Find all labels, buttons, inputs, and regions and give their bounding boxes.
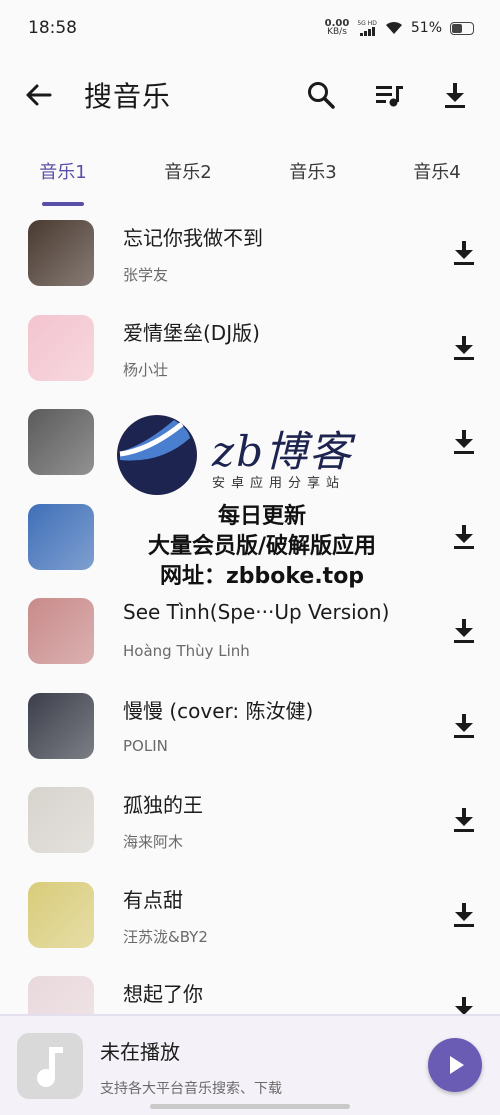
download-icon[interactable] <box>450 427 478 457</box>
song-artist: Hoàng Thùy Linh <box>123 642 250 660</box>
queue-music-icon[interactable] <box>372 78 406 112</box>
tab-music-4[interactable]: 音乐4 <box>397 158 477 184</box>
song-artist: 汪苏泷&BY2 <box>123 927 208 946</box>
download-icon[interactable] <box>450 994 478 1014</box>
song-artist: 杨小壮 <box>123 360 169 379</box>
status-time: 18:58 <box>28 18 77 38</box>
tab-music-3[interactable]: 音乐3 <box>273 158 353 184</box>
album-cover <box>28 220 94 286</box>
battery-icon <box>450 21 474 35</box>
signal-tag: 5G HD <box>357 20 377 27</box>
album-cover <box>28 598 94 664</box>
song-row[interactable]: 有点甜汪苏泷&BY2 <box>0 870 500 964</box>
source-tabs: 音乐1 音乐2 音乐3 音乐4 <box>0 148 500 208</box>
download-icon[interactable] <box>450 333 478 363</box>
album-cover <box>28 881 94 948</box>
song-row[interactable]: 忘记你我做不到张学友 <box>0 208 500 302</box>
song-title: 孤独的王 <box>123 793 203 817</box>
song-row[interactable]: See Tình(Spe···Up Version) Hoàng Thùy Lin… <box>0 586 500 680</box>
song-title: 有点甜 <box>123 887 183 912</box>
arrow-left-icon[interactable] <box>22 78 56 112</box>
player-title: 未在播放 <box>100 1040 180 1064</box>
status-bar: 18:58 0.00 KB/s 5G HD 51% <box>0 0 500 56</box>
song-row[interactable]: 孤独的王 海来阿木 <box>0 775 500 869</box>
album-cover <box>28 314 94 381</box>
download-icon[interactable] <box>450 900 478 930</box>
download-icon[interactable] <box>450 522 478 552</box>
tab-indicator <box>42 202 84 206</box>
song-artist: POLIN <box>123 736 168 755</box>
tab-music-2[interactable]: 音乐2 <box>148 158 228 184</box>
page-title: 搜音乐 <box>84 80 172 113</box>
mini-player[interactable]: 未在播放 支持各大平台音乐搜索、下载 <box>0 1014 500 1115</box>
status-indicators: 0.00 KB/s 5G HD 51% <box>325 19 474 37</box>
download-icon[interactable] <box>438 78 472 112</box>
battery-percent: 51% <box>410 20 442 36</box>
song-title: See Tình(Spe···Up Version) <box>123 600 390 624</box>
net-speed: 0.00 KB/s <box>325 19 350 37</box>
player-subtitle: 支持各大平台音乐搜索、下载 <box>100 1081 282 1097</box>
song-row[interactable] <box>0 492 500 586</box>
album-cover <box>28 503 94 570</box>
download-icon[interactable] <box>450 805 478 835</box>
cell-signal-icon: 5G HD <box>357 20 377 36</box>
album-cover <box>28 409 94 475</box>
song-row[interactable]: 慢慢 (cover: 陈汝健) POLIN <box>0 681 500 775</box>
app-bar: 搜音乐 <box>0 56 500 136</box>
search-icon[interactable] <box>304 78 338 112</box>
download-icon[interactable] <box>450 238 478 268</box>
music-note-icon <box>37 1047 63 1087</box>
song-title: 爱情堡垒(DJ版) <box>123 320 260 345</box>
download-icon[interactable] <box>450 616 478 646</box>
play-button[interactable] <box>428 1038 482 1092</box>
album-cover <box>28 787 94 853</box>
song-title: 想起了你 <box>123 982 203 1006</box>
song-artist: 海来阿木 <box>123 833 184 851</box>
song-list[interactable]: 忘记你我做不到张学友爱情堡垒(DJ版) 杨小壮 See Tình(Spe···Up … <box>0 208 500 1014</box>
song-row[interactable]: 想起了你 <box>0 964 500 1014</box>
song-title: 慢慢 (cover: 陈汝健) <box>123 698 314 723</box>
player-cover <box>17 1033 83 1099</box>
home-indicator <box>150 1104 350 1109</box>
song-artist: 张学友 <box>123 266 169 284</box>
download-icon[interactable] <box>450 711 478 741</box>
wifi-icon <box>385 21 402 34</box>
tab-music-1[interactable]: 音乐1 <box>23 158 103 184</box>
play-icon <box>450 1056 464 1074</box>
song-row[interactable] <box>0 397 500 491</box>
song-title: 忘记你我做不到 <box>123 226 263 250</box>
album-cover <box>28 692 94 759</box>
album-cover <box>28 976 94 1014</box>
song-row[interactable]: 爱情堡垒(DJ版) 杨小壮 <box>0 303 500 397</box>
net-speed-unit: KB/s <box>327 27 347 37</box>
